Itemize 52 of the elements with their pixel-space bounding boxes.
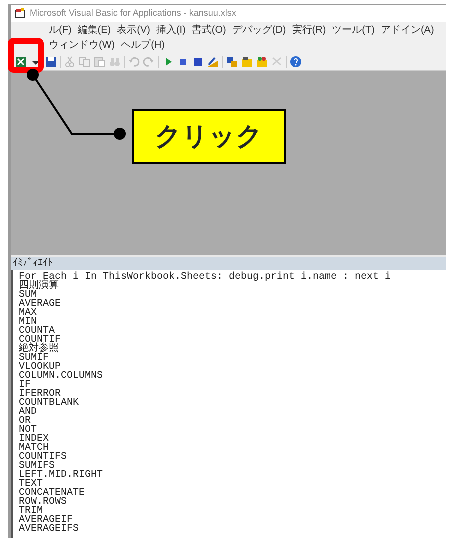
- code-line: AVERAGEIF: [19, 516, 74, 525]
- code-line: SUMIF: [19, 354, 50, 363]
- code-line: COUNTBLANK: [19, 399, 80, 408]
- menu-item[interactable]: ツール(T): [332, 23, 375, 38]
- code-line: TEXT: [19, 480, 44, 489]
- app-icon: [15, 8, 26, 19]
- pause-icon[interactable]: [177, 56, 189, 68]
- panel-title: ｲﾐﾃﾞｨｴｲﾄ: [13, 256, 53, 271]
- code-line: 四則演算: [19, 282, 60, 291]
- menu-item[interactable]: アドイン(A): [380, 23, 434, 38]
- save-icon[interactable]: [45, 56, 57, 68]
- code-line: COUNTIFS: [19, 453, 68, 462]
- help-icon[interactable]: [290, 56, 302, 68]
- code-line: MAX: [19, 309, 38, 318]
- code-line: 絶対参照: [19, 345, 60, 354]
- menu-item[interactable]: ヘルプ(H): [121, 38, 165, 53]
- immediate-window-text-area[interactable]: [11, 270, 446, 538]
- menu-item[interactable]: 挿入(I): [156, 23, 186, 38]
- menu-item[interactable]: 書式(O): [192, 23, 226, 38]
- code-line: AVERAGEIFS: [19, 525, 80, 534]
- properties-icon[interactable]: [241, 56, 253, 68]
- menu-item[interactable]: 編集(E): [78, 23, 112, 38]
- code-line: SUMIFS: [19, 462, 56, 471]
- code-line: LEFT.MID.RIGHT: [19, 471, 104, 480]
- menu-item[interactable]: ル(F): [49, 23, 72, 38]
- menu-item[interactable]: ウィンドウ(W): [49, 38, 116, 53]
- code-line: AND: [19, 408, 38, 417]
- code-line: IF: [19, 381, 32, 390]
- code-line: SUM: [19, 291, 38, 300]
- callout-label: クリック: [132, 109, 286, 164]
- excel-icon[interactable]: [15, 56, 27, 68]
- code-line: AVERAGE: [19, 300, 62, 309]
- code-line: TRIM: [19, 507, 44, 516]
- menu-item[interactable]: デバッグ(D): [232, 23, 286, 38]
- stop-icon[interactable]: [192, 56, 204, 68]
- code-line: MIN: [19, 318, 38, 327]
- code-line: IFERROR: [19, 390, 62, 399]
- code-line: OR: [19, 417, 32, 426]
- object-browser-icon[interactable]: [256, 56, 268, 68]
- code-line: MATCH: [19, 444, 50, 453]
- code-line: COLUMN.COLUMNS: [19, 372, 104, 381]
- code-line: CONCATENATE: [19, 489, 86, 498]
- code-line: COUNTA: [19, 327, 56, 336]
- code-line: NOT: [19, 426, 38, 435]
- code-line: INDEX: [19, 435, 50, 444]
- project-explorer-icon[interactable]: [226, 56, 238, 68]
- menu-item[interactable]: 表示(V): [117, 23, 150, 38]
- menu-item[interactable]: 実行(R): [292, 23, 326, 38]
- design-mode-icon[interactable]: [207, 56, 219, 68]
- code-line: ROW.ROWS: [19, 498, 68, 507]
- code-line: VLOOKUP: [19, 363, 62, 372]
- window-title: Microsoft Visual Basic for Applications - kansuu.xlsx: [30, 6, 236, 20]
